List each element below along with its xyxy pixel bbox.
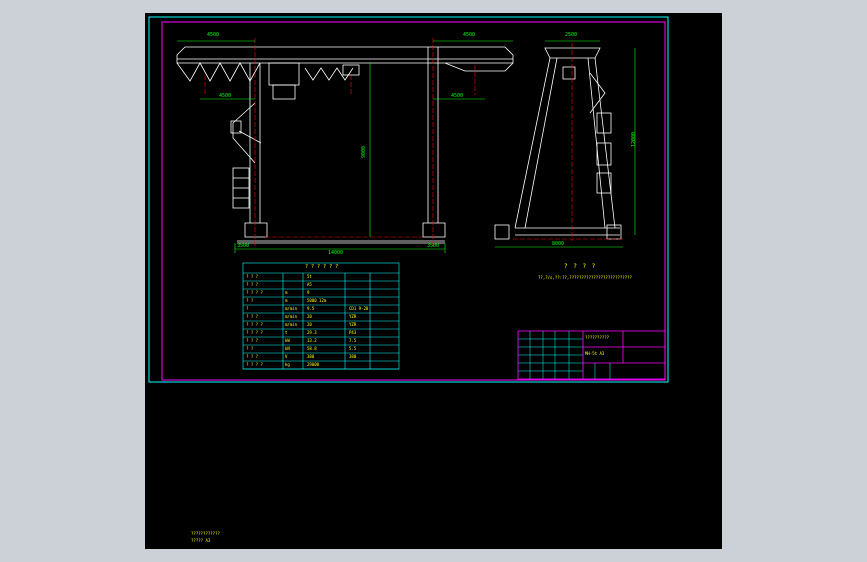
dim-right-hook-label: 4500	[451, 93, 464, 99]
front-centerlines	[204, 38, 476, 248]
spec-cell: 5t	[307, 274, 312, 279]
spec-cell: 29000	[307, 362, 320, 367]
side-wheel-left	[494, 224, 510, 240]
dim-side-top-label: 2500	[565, 32, 578, 38]
spec-cell: ? ? ?	[246, 354, 259, 359]
spec-cell: ? ?	[246, 298, 254, 303]
spec-cell: ? ? ? ?	[246, 330, 263, 335]
spec-cell: 7.5	[349, 338, 357, 343]
side-top-beam	[544, 47, 601, 59]
spec-cell: P43	[349, 330, 357, 335]
dim-base-left-label: 3500	[237, 243, 250, 249]
side-view	[494, 47, 622, 240]
trolley-hoist	[272, 84, 296, 100]
spec-cell: A5	[307, 282, 312, 287]
spec-cell: kg	[285, 362, 290, 367]
mid-truss	[304, 67, 354, 81]
spec-cell: ? ? ?	[246, 338, 259, 343]
spec-table-grid	[243, 273, 399, 370]
spec-cell: 5.5	[349, 346, 357, 351]
spec-cell: V	[285, 354, 288, 359]
right-foot	[422, 222, 446, 238]
dim-left-top-label: 4500	[207, 32, 220, 38]
spec-cell: kW	[285, 338, 290, 343]
dim-right-top-label: 4500	[463, 32, 476, 38]
spec-cell: CD1 9-20	[349, 306, 369, 311]
dim-left-hook-label: 4500	[219, 93, 232, 99]
spec-cell: ? ? ? ?	[246, 322, 263, 327]
spec-cell: kN	[285, 346, 290, 351]
spec-cell: 9	[307, 290, 310, 295]
front-view	[176, 46, 514, 244]
bottom-caption-line2: ????? A3	[191, 538, 211, 543]
spec-cell: 29.3	[307, 330, 317, 335]
side-left-leg	[514, 57, 558, 229]
spec-cell: m/min	[285, 306, 298, 311]
front-dimensions	[177, 40, 513, 253]
side-platform-2	[596, 142, 612, 166]
notes-body: ??,?/s,??:??,??????????????????????????	[538, 275, 632, 280]
hoist-block	[342, 64, 360, 76]
title-block-drawing-title: ??????????	[585, 335, 610, 340]
side-wheel-right	[606, 224, 622, 240]
side-centerlines	[513, 43, 623, 241]
spec-cell: m	[285, 298, 288, 303]
dim-base-right-label: 3500	[427, 243, 440, 249]
right-cantilever	[444, 62, 514, 72]
spec-cell: 58.8	[307, 346, 317, 351]
spec-cell: YZR	[349, 314, 357, 319]
spec-cell: 380	[349, 354, 357, 359]
spec-cell: ?	[246, 306, 249, 311]
spec-cell: 20	[307, 322, 312, 327]
dim-side-base-label: 8000	[552, 241, 565, 247]
title-block-drawing-number: MH-5t A3	[585, 351, 605, 356]
spec-cell: 380	[307, 354, 315, 359]
spec-cell: ? ? ?	[246, 274, 259, 279]
spec-cell: 9.5	[307, 306, 315, 311]
left-foot	[244, 222, 268, 238]
spec-table	[242, 262, 400, 370]
left-truss	[176, 62, 261, 82]
notes-title: ? ? ? ?	[564, 263, 597, 270]
spec-cell: m	[285, 290, 288, 295]
trolley	[268, 62, 300, 86]
side-trolley	[562, 66, 576, 80]
spec-cell: ? ? ?	[246, 314, 259, 319]
spec-cell: 5000 12m	[307, 298, 327, 303]
spec-cell: ? ? ?	[246, 282, 259, 287]
drawing-sheet: 4500 4500 4500 4500 9000 14000 3500 3500…	[145, 13, 722, 549]
side-platform-1	[596, 112, 612, 134]
spec-cell: YZR	[349, 322, 357, 327]
dim-side-height-label: 12000	[631, 131, 637, 147]
spec-cell: t	[285, 330, 288, 335]
cad-drawing	[148, 16, 669, 383]
spec-cell: ? ?	[246, 346, 254, 351]
spec-cell: 13.2	[307, 338, 317, 343]
main-girder	[176, 46, 514, 64]
dim-span-label: 14000	[328, 250, 344, 256]
spec-cell: 20	[307, 314, 312, 319]
spec-cell: m/min	[285, 314, 298, 319]
outer-frame	[148, 16, 669, 383]
dim-lift-label: 9000	[361, 145, 367, 158]
bottom-caption-line1: ????????????	[191, 531, 220, 536]
spec-table-title: ? ? ? ? ? ?	[305, 264, 339, 270]
spec-cell: ? ? ? ?	[246, 362, 263, 367]
spec-cell: ? ? ? ?	[246, 290, 263, 295]
spec-cell: m/min	[285, 322, 298, 327]
